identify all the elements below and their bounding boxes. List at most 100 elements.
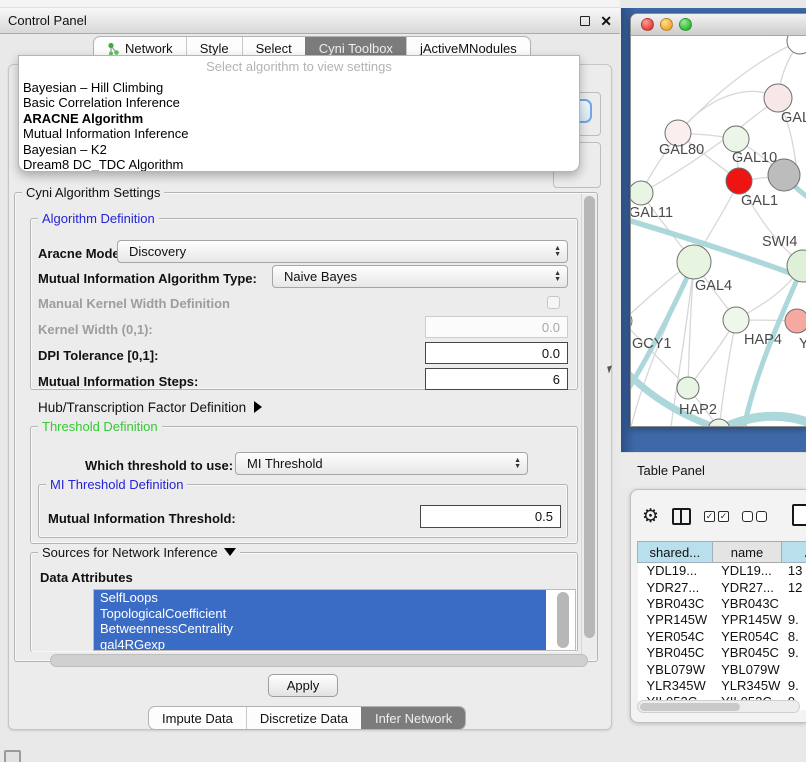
zoom-traffic-light-icon[interactable] bbox=[679, 18, 692, 31]
attribute-list-scrollbar[interactable] bbox=[557, 592, 569, 648]
table-body: YDL19...YDL19...13YDR27...YDR27...12YBR0… bbox=[638, 563, 806, 711]
network-canvas[interactable]: GAL7GAL80GAL10GAL1GAL11SWI4GAL4GCY1HAP4Y… bbox=[631, 36, 806, 427]
table-row[interactable]: YER054CYER054C8. bbox=[638, 628, 806, 644]
table-cell: YDL19... bbox=[712, 563, 782, 579]
node-label: GAL1 bbox=[741, 193, 778, 209]
table-panel-titlebar: Table Panel bbox=[621, 452, 806, 488]
top-strip bbox=[0, 0, 620, 8]
algorithm-option[interactable]: Mutual Information Inference bbox=[19, 126, 579, 141]
apply-button[interactable]: Apply bbox=[268, 674, 338, 697]
settings-vscroll-thumb[interactable] bbox=[584, 196, 595, 638]
manual-kernel-checkbox[interactable] bbox=[547, 296, 560, 309]
which-threshold-select[interactable]: MI Threshold ▲▼ bbox=[235, 452, 528, 475]
column-header[interactable]: shared... bbox=[638, 542, 713, 563]
tab-infer-network[interactable]: Infer Network bbox=[361, 707, 465, 729]
algorithm-option[interactable]: Basic Correlation Inference bbox=[19, 95, 579, 110]
table-row[interactable]: YBL079WYBL079W bbox=[638, 661, 806, 677]
aracne-mode-label: Aracne Mode: bbox=[38, 246, 124, 261]
network-node-gal7[interactable] bbox=[764, 84, 792, 112]
aracne-mode-select[interactable]: Discovery ▲▼ bbox=[117, 240, 568, 263]
kernel-width-field[interactable]: 0.0 bbox=[425, 316, 568, 338]
network-node-hap4[interactable] bbox=[723, 307, 749, 333]
network-node-hap2[interactable] bbox=[677, 377, 699, 399]
node-label: HAP2 bbox=[679, 402, 717, 418]
table-cell: YER054C bbox=[638, 628, 713, 644]
table-hscroll-thumb[interactable] bbox=[640, 703, 740, 711]
settings-hscroll-thumb[interactable] bbox=[50, 654, 588, 667]
docked-panel-icon[interactable] bbox=[4, 750, 21, 762]
algorithm-option[interactable]: Dream8 DC_TDC Algorithm bbox=[19, 157, 579, 172]
aracne-mode-value: Discovery bbox=[129, 244, 554, 259]
mi-steps-value: 6 bbox=[553, 372, 560, 387]
minimize-traffic-light-icon[interactable] bbox=[660, 18, 673, 31]
network-node-gal1[interactable] bbox=[726, 168, 752, 194]
dpi-tolerance-value: 0.0 bbox=[542, 346, 560, 361]
node-label: SWI4 bbox=[762, 234, 797, 250]
hub-definition-label: Hub/Transcription Factor Definition bbox=[38, 400, 246, 415]
spinner-arrows-icon: ▲▼ bbox=[554, 246, 561, 257]
node-label: GAL11 bbox=[631, 205, 673, 221]
tab-label: jActiveMNodules bbox=[420, 41, 517, 56]
attribute-list-item[interactable]: gal4RGexp bbox=[94, 637, 546, 652]
network-node-gal10[interactable] bbox=[723, 126, 749, 152]
network-node-y[interactable] bbox=[785, 309, 806, 333]
table-row[interactable]: YBR043CYBR043C bbox=[638, 595, 806, 611]
table-row[interactable]: YLR345WYLR345W9. bbox=[638, 677, 806, 693]
network-node-gal4[interactable] bbox=[677, 245, 711, 279]
algorithm-option[interactable]: Bayesian – Hill Climbing bbox=[19, 80, 579, 95]
table-row[interactable]: YDR27...YDR27...12 bbox=[638, 579, 806, 595]
network-node-swi4[interactable] bbox=[787, 250, 806, 282]
network-window: GAL7GAL80GAL10GAL1GAL11SWI4GAL4GCY1HAP4Y… bbox=[630, 13, 806, 427]
hub-definition-toggle[interactable]: Hub/Transcription Factor Definition bbox=[38, 400, 262, 415]
column-header[interactable]: name bbox=[712, 542, 782, 563]
table-row[interactable]: YBR045CYBR045C9. bbox=[638, 644, 806, 660]
select-all-checkboxes-icon[interactable]: ✓✓ bbox=[704, 511, 729, 522]
network-node[interactable] bbox=[787, 36, 806, 54]
tab-impute-data[interactable]: Impute Data bbox=[149, 707, 246, 729]
mi-type-select[interactable]: Naive Bayes ▲▼ bbox=[272, 265, 568, 288]
network-node-labels: GAL7GAL80GAL10GAL1GAL11SWI4GAL4GCY1HAP4Y… bbox=[631, 110, 806, 418]
collapsed-arrow-icon bbox=[254, 401, 262, 413]
table-cell: 9. bbox=[782, 612, 806, 628]
close-traffic-light-icon[interactable] bbox=[641, 18, 654, 31]
tab-discretize-data[interactable]: Discretize Data bbox=[246, 707, 361, 729]
attribute-list[interactable]: SelfLoopsTopologicalCoefficientBetweenne… bbox=[93, 589, 576, 651]
network-node-gcy1[interactable] bbox=[631, 311, 632, 331]
spinner-arrows-icon: ▲▼ bbox=[554, 271, 561, 282]
mi-threshold-field[interactable]: 0.5 bbox=[420, 505, 561, 528]
close-icon[interactable]: ✕ bbox=[600, 16, 612, 26]
table-row[interactable]: YPR145WYPR145W9. bbox=[638, 612, 806, 628]
sources-title[interactable]: Sources for Network Inference bbox=[38, 545, 240, 560]
mi-threshold-definition-title: MI Threshold Definition bbox=[46, 477, 187, 492]
table-hscroll-track[interactable] bbox=[637, 700, 800, 713]
float-window-icon[interactable] bbox=[580, 16, 590, 26]
algorithm-list: Bayesian – Hill ClimbingBasic Correlatio… bbox=[19, 80, 579, 172]
spinner-arrows-icon: ▲▼ bbox=[514, 458, 521, 469]
mi-steps-field[interactable]: 6 bbox=[425, 368, 568, 390]
expanded-arrow-icon bbox=[224, 548, 236, 556]
table-cell: YER054C bbox=[712, 628, 782, 644]
node-label: Y bbox=[799, 336, 806, 352]
table-cell: YBR043C bbox=[712, 595, 782, 611]
mi-type-label: Mutual Information Algorithm Type: bbox=[38, 271, 257, 286]
deselect-all-checkboxes-icon[interactable] bbox=[742, 511, 767, 522]
table-row[interactable]: YDL19...YDL19...13 bbox=[638, 563, 806, 579]
network-node-gal11[interactable] bbox=[631, 181, 653, 205]
gear-icon[interactable]: ⚙ bbox=[642, 507, 659, 526]
dpi-tolerance-label: DPI Tolerance [0,1]: bbox=[38, 348, 158, 363]
document-icon[interactable] bbox=[792, 504, 806, 526]
attribute-list-item[interactable]: TopologicalCoefficient bbox=[94, 606, 546, 622]
attribute-list-item[interactable]: BetweennessCentrality bbox=[94, 621, 546, 637]
attribute-list-item[interactable]: SelfLoops bbox=[94, 590, 546, 606]
table-panel-title: Table Panel bbox=[637, 463, 705, 478]
mouse-cursor bbox=[607, 365, 614, 373]
column-header[interactable]: A bbox=[782, 542, 806, 563]
column-layout-icon[interactable] bbox=[672, 508, 691, 525]
dpi-tolerance-field[interactable]: 0.0 bbox=[425, 342, 568, 364]
algorithm-option[interactable]: Bayesian – K2 bbox=[19, 142, 579, 157]
which-threshold-value: MI Threshold bbox=[247, 456, 514, 471]
table-cell: YPR145W bbox=[638, 612, 713, 628]
algorithm-option[interactable]: ARACNE Algorithm bbox=[19, 111, 579, 126]
network-node[interactable] bbox=[708, 419, 730, 427]
cyni-algorithm-settings-title: Cyni Algorithm Settings bbox=[22, 185, 164, 200]
